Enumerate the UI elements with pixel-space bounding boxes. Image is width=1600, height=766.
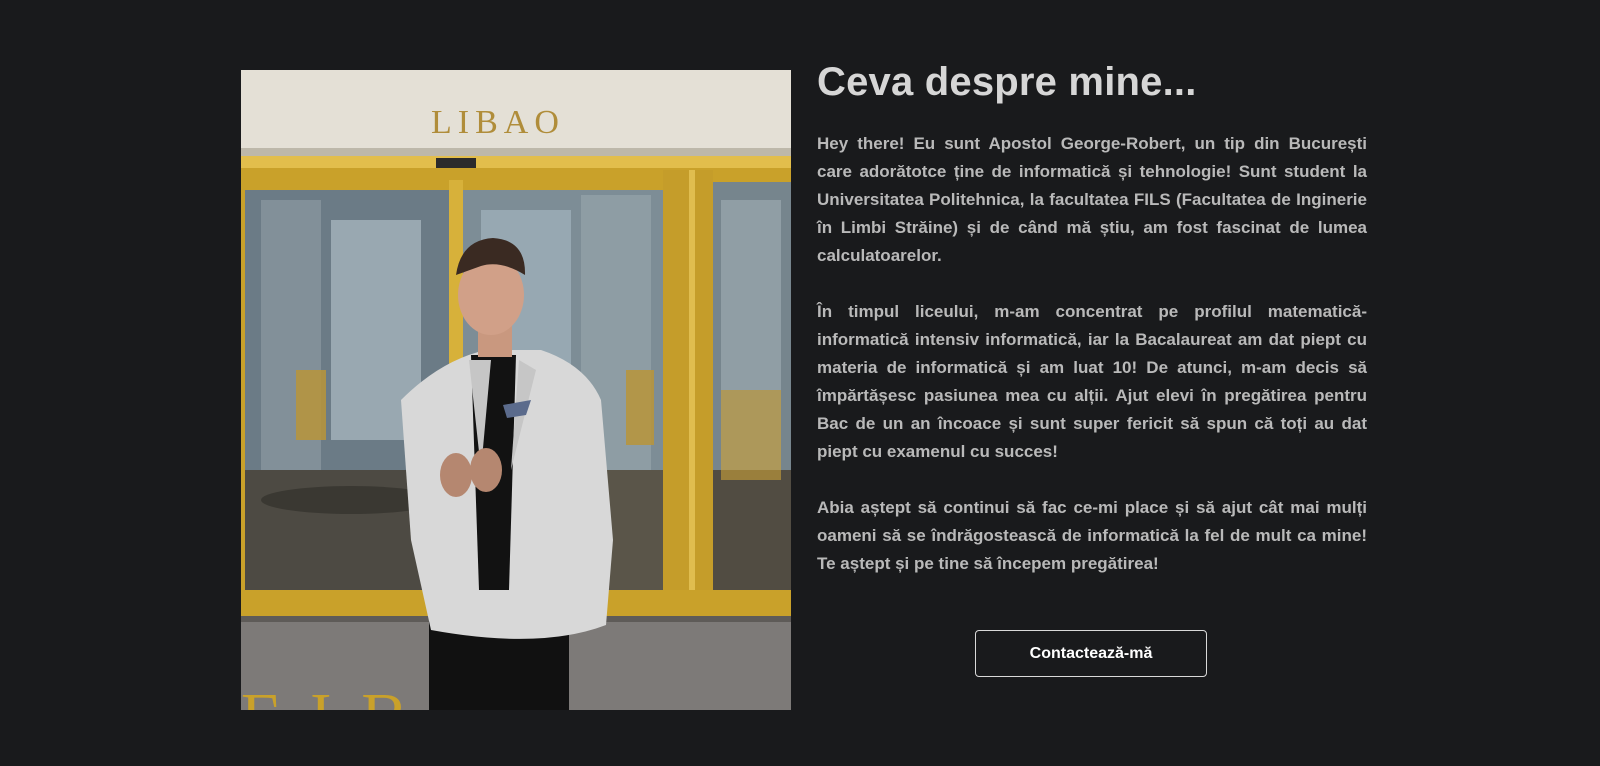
about-paragraph-3: Abia aștept să continui să fac ce-mi pla…	[817, 498, 1367, 573]
about-text-block: Ceva despre mine... Hey there! Eu sunt A…	[817, 56, 1367, 578]
about-paragraph-2: În timpul liceului, m-am concentrat pe p…	[817, 302, 1367, 461]
building-sign: LIBAO	[431, 104, 565, 141]
profile-photo: LIBAO	[241, 70, 791, 710]
section-title: Ceva despre mine...	[817, 60, 1197, 104]
about-section: LIBAO Ceva despre mine... Hey there! Eu …	[0, 0, 1600, 766]
about-paragraph-1: Hey there! Eu sunt Apostol George-Robert…	[817, 134, 1367, 265]
contact-button[interactable]: Contactează-mă	[975, 630, 1207, 677]
